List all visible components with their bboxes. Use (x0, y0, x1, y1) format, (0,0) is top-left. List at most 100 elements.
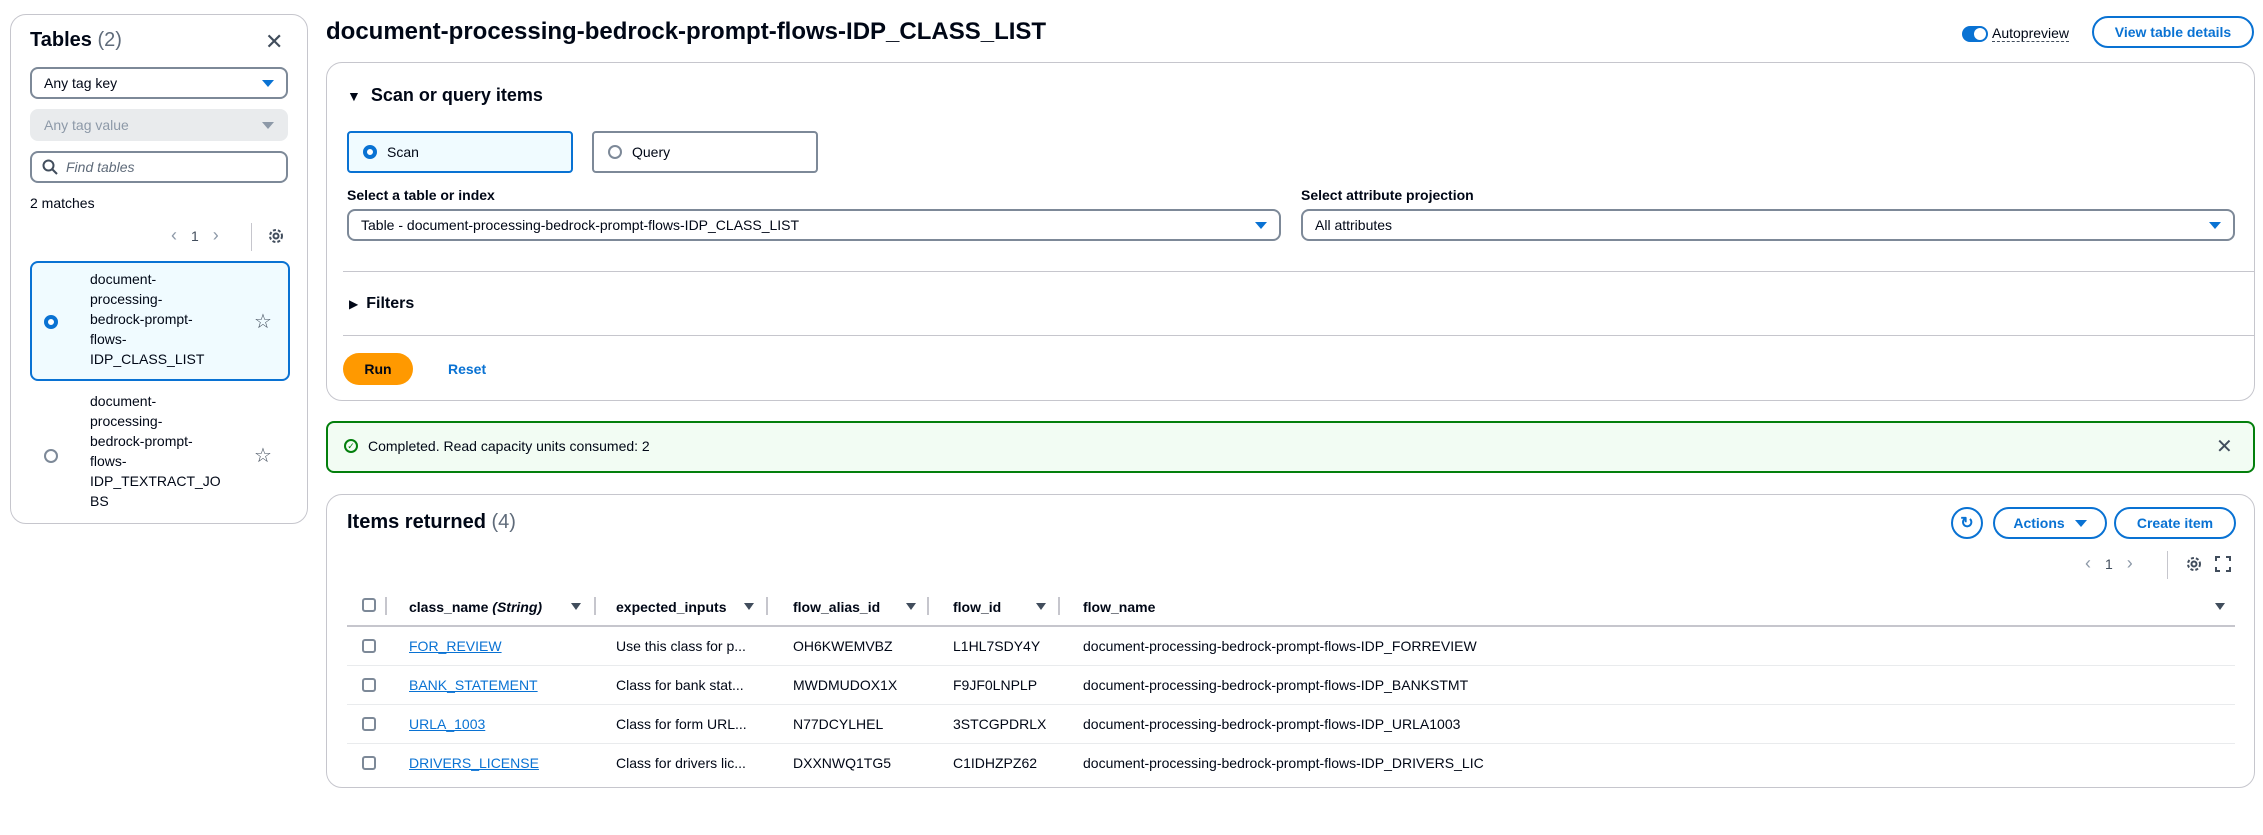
tables-pager: ‹ 1 › (171, 225, 219, 246)
tables-title-text: Tables (30, 29, 92, 51)
table-name: document- processing- bedrock-prompt- fl… (90, 393, 221, 509)
flow-id-cell: 3STCGPDRLX (953, 716, 1047, 732)
star-icon[interactable]: ☆ (254, 443, 272, 468)
query-label: Query (632, 144, 671, 160)
autopreview-toggle[interactable]: Autopreview (1962, 25, 2070, 42)
expected-inputs-cell: Class for form URL... (616, 716, 747, 732)
view-table-details-button[interactable]: View table details (2092, 16, 2254, 48)
star-icon[interactable]: ☆ (254, 309, 272, 334)
table-card-textract-jobs[interactable]: document- processing- bedrock-prompt- fl… (30, 389, 290, 519)
col-expected-inputs[interactable]: expected_inputs (616, 599, 726, 615)
flow-name-cell: document-processing-bedrock-prompt-flows… (1083, 716, 1461, 732)
reset-button[interactable]: Reset (448, 361, 486, 377)
filters-label: Filters (366, 295, 415, 312)
scan-query-panel: ▼ Scan or query items Scan Query Select … (326, 62, 2255, 401)
class-name-link[interactable]: DRIVERS_LICENSE (409, 755, 539, 771)
sort-icon[interactable] (2215, 603, 2225, 610)
row-checkbox[interactable] (362, 678, 376, 692)
tag-key-select[interactable]: Any tag key (30, 67, 288, 99)
chevron-left-icon[interactable]: ‹ (2085, 553, 2091, 574)
table-select[interactable]: Table - document-processing-bedrock-prom… (347, 209, 1281, 241)
table-card-class-list[interactable]: document- processing- bedrock-prompt- fl… (30, 261, 290, 381)
tag-value-select: Any tag value (30, 109, 288, 141)
table-row: FOR_REVIEW Use this class for p... OH6KW… (347, 627, 2235, 666)
flow-id-cell: L1HL7SDY4Y (953, 638, 1041, 654)
row-checkbox[interactable] (362, 717, 376, 731)
caret-down-icon: ▼ (347, 87, 361, 104)
table-row: URLA_1003 Class for form URL... N77DCYLH… (347, 705, 2235, 744)
run-button[interactable]: Run (343, 353, 413, 385)
caret-right-icon: ▶ (349, 297, 359, 311)
items-title-text: Items returned (347, 511, 486, 533)
flow-alias-id-cell: MWDMUDOX1X (793, 677, 898, 693)
items-pager: ‹ 1 › (2085, 553, 2133, 574)
close-icon[interactable]: ✕ (2216, 434, 2233, 459)
chevron-right-icon[interactable]: › (2127, 553, 2133, 574)
column-separator (1058, 597, 1060, 615)
divider (343, 335, 2255, 336)
gear-icon[interactable] (2185, 555, 2203, 573)
close-icon[interactable]: ✕ (265, 29, 283, 55)
matches-count: 2 matches (30, 195, 95, 211)
table-row: BANK_STATEMENT Class for bank stat... MW… (347, 666, 2235, 705)
pager-divider (2167, 551, 2168, 579)
flow-alias-id-cell: OH6KWEMVBZ (793, 638, 893, 654)
scan-option[interactable]: Scan (347, 131, 573, 173)
sort-icon[interactable] (744, 603, 754, 610)
gear-icon[interactable] (267, 227, 285, 245)
fullscreen-icon[interactable] (2214, 555, 2232, 573)
items-title: Items returned (4) (347, 511, 516, 534)
scan-section-header[interactable]: ▼ Scan or query items (347, 85, 543, 106)
table-radio[interactable] (44, 315, 58, 329)
items-count: (4) (491, 511, 516, 533)
page-number[interactable]: 1 (2105, 556, 2113, 572)
refresh-icon[interactable]: ↻ (1951, 507, 1983, 539)
col-class-name[interactable]: class_name (String) (409, 599, 542, 615)
query-radio[interactable] (608, 145, 622, 159)
table-name: document- processing- bedrock-prompt- fl… (90, 271, 205, 367)
col-class-name-type: (String) (492, 599, 543, 615)
caret-down-icon (262, 121, 274, 129)
select-all-checkbox[interactable] (362, 598, 376, 612)
divider (343, 271, 2255, 272)
page-title: document-processing-bedrock-prompt-flows… (326, 18, 1047, 45)
query-option[interactable]: Query (592, 131, 818, 173)
expected-inputs-cell: Use this class for p... (616, 638, 746, 654)
check-circle-icon: ✓ (344, 439, 358, 453)
page-number[interactable]: 1 (191, 228, 199, 244)
flow-alias-id-cell: N77DCYLHEL (793, 716, 884, 732)
scan-label: Scan (387, 144, 419, 160)
projection-select[interactable]: All attributes (1301, 209, 2235, 241)
create-item-button[interactable]: Create item (2114, 507, 2236, 539)
expected-inputs-cell: Class for drivers lic... (616, 755, 746, 771)
filters-toggle[interactable]: ▶ Filters (349, 295, 414, 313)
col-flow-name[interactable]: flow_name (1083, 599, 1155, 615)
chevron-right-icon[interactable]: › (213, 225, 219, 246)
search-icon (42, 159, 58, 175)
class-name-link[interactable]: BANK_STATEMENT (409, 677, 538, 693)
sort-icon[interactable] (1036, 603, 1046, 610)
class-name-link[interactable]: URLA_1003 (409, 716, 485, 732)
chevron-left-icon[interactable]: ‹ (171, 225, 177, 246)
caret-down-icon (1255, 221, 1267, 229)
table-radio[interactable] (44, 449, 58, 463)
sort-icon[interactable] (571, 603, 581, 610)
flow-alias-id-cell: DXXNWQ1TG5 (793, 755, 892, 771)
class-name-link[interactable]: FOR_REVIEW (409, 638, 502, 654)
col-class-name-label: class_name (409, 599, 489, 615)
toggle-switch[interactable] (1962, 25, 1988, 42)
find-tables-input[interactable]: Find tables (30, 151, 288, 183)
col-flow-alias-id[interactable]: flow_alias_id (793, 599, 880, 615)
tables-panel: Tables (2) ✕ Any tag key Any tag value F… (10, 14, 308, 524)
expected-inputs-cell: Class for bank stat... (616, 677, 744, 693)
sort-icon[interactable] (906, 603, 916, 610)
scan-radio[interactable] (363, 145, 377, 159)
row-checkbox[interactable] (362, 756, 376, 770)
flow-name-cell: document-processing-bedrock-prompt-flows… (1083, 638, 1477, 654)
col-flow-id[interactable]: flow_id (953, 599, 1001, 615)
actions-button[interactable]: Actions (1993, 507, 2107, 539)
tag-key-value: Any tag key (44, 75, 118, 91)
row-checkbox[interactable] (362, 639, 376, 653)
tables-count: (2) (97, 29, 122, 51)
projection-value: All attributes (1315, 217, 1393, 233)
